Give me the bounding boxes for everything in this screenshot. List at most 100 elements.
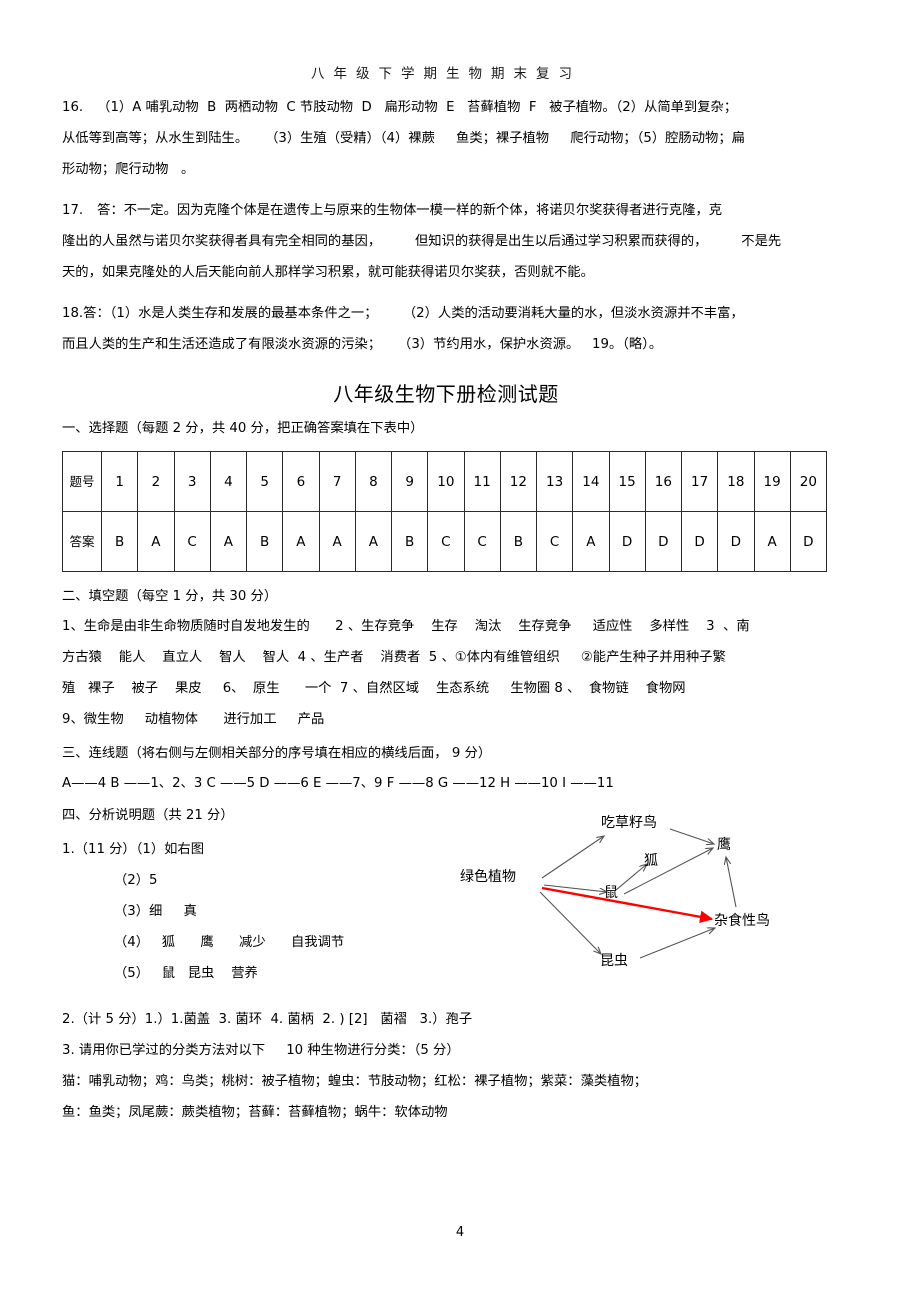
cell-number-3: 3	[173, 451, 211, 512]
section2-line2: 方古猿 能人 直立人 智人 智人 4 、生产者 消费者 5 、①体内有维管组织 …	[62, 650, 726, 665]
row-label-char-2: 答案	[69, 534, 95, 549]
cell-number-5: 5	[245, 451, 284, 512]
cell-number-11: 11	[463, 451, 501, 512]
section3-pairs: A——4 B ——1、2、3 C ——5 D ——6 E ——7、9 F ——8…	[62, 776, 614, 791]
section2-line1: 1、生命是由非生命物质随时自发地发生的 2 、生存竞争 生存 淘汰 生存竞争 适…	[62, 619, 750, 634]
cell-number-7: 7	[318, 451, 356, 512]
cell-answer-5: B	[245, 511, 284, 572]
cell-answer-1: B	[100, 511, 139, 572]
edge-seedbird-to-hawk	[669, 828, 714, 844]
cell-number-8: 8	[354, 451, 393, 512]
cell-number-19: 19	[753, 451, 791, 512]
section2-body: 1、生命是由非生命物质随时自发地发生的 2 、生存竞争 生存 淘汰 生存竞争 适…	[62, 611, 830, 735]
food-web-node-omnivore-bird: 杂食性鸟	[714, 913, 770, 929]
section4-q1-line4: （4） 狐 鹰 减少 自我调节	[114, 935, 345, 950]
answer-block-18: 18.答：（1）水是人类生存和发展的最基本条件之一； （2）人类的活动要消耗大量…	[62, 298, 830, 360]
document-page: 八年级下学期生物期末复习 16. （1）A 哺乳动物 B 两栖动物 C 节肢动物 …	[0, 0, 920, 1303]
cell-answer-6: A	[282, 511, 320, 572]
section4-q1-line1: 1.（11 分）（1）如右图	[62, 842, 205, 857]
answer-17-number: 17.	[62, 203, 84, 218]
cell-answer-11: C	[463, 511, 501, 572]
section4-q1-line3: （3）细 真	[114, 904, 197, 919]
cell-answer-13: C	[535, 511, 574, 572]
section4-q3-line1: 猫：哺乳动物；鸡：鸟类；桃树：被子植物；蝗虫：节肢动物；红松：裸子植物；紫菜：藻…	[62, 1074, 648, 1089]
answer-17-line3: 天的，如果克隆处的人后天能向前人那样学习积累，就可能获得诺贝尔奖获，否则就不能。	[62, 265, 594, 280]
section4-q2-line: 2.（计 5 分）1.）1.菌盖 3. 菌环 4. 菌柄 2. ) [2] 菌褶…	[62, 1012, 473, 1027]
page-number: 4	[455, 1225, 465, 1240]
answer-16-line2: 从低等到高等；从水生到陆生。 （3）生殖（受精）（4）裸蕨 鱼类；裸子植物 爬行…	[62, 131, 745, 146]
cell-answer-15: D	[608, 511, 646, 572]
food-web-node-seed-bird: 吃草籽鸟	[601, 815, 657, 831]
answer-18-line2: 而且人类的生产和生活还造成了有限淡水资源的污染； （3）节约用水，保护水资源。 …	[62, 337, 663, 352]
cell-answer-12: B	[499, 511, 538, 572]
cell-number-1: 1	[100, 451, 139, 512]
edge-plant-to-seedbird	[541, 836, 604, 879]
answer-16-line3: 形动物；爬行动物 。	[62, 162, 195, 177]
page-content: 八年级下学期生物期末复习 16. （1）A 哺乳动物 B 两栖动物 C 节肢动物 …	[62, 0, 830, 1128]
cell-number-20: 20	[789, 451, 828, 512]
cell-number-13: 13	[535, 451, 574, 512]
section1-heading: 一、选择题（每题 2 分，共 40 分，把正确答案填在下表中）	[62, 421, 424, 436]
row-label-question-number: 题号	[62, 451, 102, 512]
cell-number-10: 10	[427, 451, 465, 512]
section3-heading: 三、连线题（将右侧与左侧相关部分的序号填在相应的横线后面， 9 分）	[62, 746, 492, 761]
section3-body: A——4 B ——1、2、3 C ——5 D ——6 E ——7、9 F ——8…	[62, 768, 830, 799]
cell-answer-17: D	[680, 511, 719, 572]
cell-number-18: 18	[717, 451, 755, 512]
food-web-node-fox: 狐	[644, 853, 658, 869]
section4-q3-line2: 鱼：鱼类；凤尾蕨：蕨类植物；苔藓：苔藓植物；蜗牛：软体动物	[62, 1105, 448, 1120]
analysis-text-column: 1.（11 分）（1）如右图 （2）5 （3）细 真 （4） 狐 鹰 减少 自我…	[62, 834, 482, 989]
cell-answer-16: D	[644, 511, 683, 572]
cell-answer-14: A	[572, 511, 610, 572]
section4-q1-line2: （2）5	[114, 873, 158, 888]
answer-16-number: 16.	[62, 100, 84, 115]
section2-line3: 殖 裸子 被子 果皮 6、 原生 一个 7 、自然区域 生态系统 生物圈 8 、…	[62, 681, 686, 696]
food-web-node-mouse: 鼠	[604, 885, 618, 901]
section2-line4: 9、微生物 动植物体 进行加工 产品	[62, 712, 325, 727]
answer-17-line2: 隆出的人虽然与诺贝尔奖获得者具有完全相同的基因， 但知识的获得是出生以后通过学习…	[62, 234, 782, 249]
answer-18-line1: 答：（1）水是人类生存和发展的最基本条件之一； （2）人类的活动要消耗大量的水，…	[83, 306, 744, 321]
food-web-diagram: 绿色植物 吃草籽鸟 鹰 狐 鼠 杂食性鸟 昆虫	[460, 802, 824, 992]
table-row-numbers: 题号 1 2 3 4 5 6 7 8 9 10 11 12 13 14 15 1…	[62, 451, 828, 512]
cell-answer-9: B	[390, 511, 429, 572]
cell-answer-2: A	[137, 511, 175, 572]
cell-number-15: 15	[608, 451, 646, 512]
cell-answer-19: A	[753, 511, 791, 572]
row-label-char-1: 题号	[69, 474, 95, 489]
cell-number-9: 9	[390, 451, 429, 512]
cell-number-16: 16	[644, 451, 683, 512]
row-label-answer: 答案	[62, 511, 102, 572]
section4-q3-heading: 3. 请用你已学过的分类方法对以下 10 种生物进行分类：（5 分）	[62, 1043, 460, 1058]
answer-18-number: 18.	[62, 306, 84, 321]
section4-q2: 2.（计 5 分）1.）1.菌盖 3. 菌环 4. 菌柄 2. ) [2] 菌褶…	[62, 1004, 830, 1035]
exam-title: 八年级生物下册检测试题	[333, 382, 559, 406]
edge-omnivore-to-hawk	[726, 857, 737, 908]
answer-16-line1: （1）A 哺乳动物 B 两栖动物 C 节肢动物 D 扁形动物 E 苔藓植物 F …	[97, 100, 738, 115]
edge-mouse-to-hawk	[623, 848, 713, 895]
analysis-area: 1.（11 分）（1）如右图 （2）5 （3）细 真 （4） 狐 鹰 减少 自我…	[62, 815, 830, 1002]
answer-block-17: 17. 答：不一定。因为克隆个体是在遗传上与原来的生物体一模一样的新个体，将诺贝尔…	[62, 195, 830, 288]
cell-answer-8: A	[354, 511, 393, 572]
food-web-node-hawk: 鹰	[717, 837, 731, 853]
answer-table: 题号 1 2 3 4 5 6 7 8 9 10 11 12 13 14 15 1…	[62, 451, 828, 572]
cell-answer-4: A	[209, 511, 248, 572]
table-row-answers: 答案 B A C A B A A A B C C B C A D D D D A…	[62, 511, 828, 572]
food-web-node-producer: 绿色植物	[460, 869, 516, 885]
cell-number-14: 14	[572, 451, 610, 512]
cell-number-17: 17	[680, 451, 719, 512]
edge-mouse-to-fox	[615, 864, 647, 891]
answer-block-16: 16. （1）A 哺乳动物 B 两栖动物 C 节肢动物 D 扁形动物 E 苔藓植物…	[62, 92, 830, 185]
cell-number-6: 6	[282, 451, 320, 512]
edge-insect-to-omnivore	[639, 928, 715, 959]
section2-heading: 二、填空题（每空 1 分，共 30 分）	[62, 589, 278, 604]
answer-17-line1: 答：不一定。因为克隆个体是在遗传上与原来的生物体一模一样的新个体，将诺贝尔奖获得…	[97, 203, 723, 218]
section4-q3: 3. 请用你已学过的分类方法对以下 10 种生物进行分类：（5 分） 猫：哺乳动…	[62, 1035, 830, 1128]
food-web-node-insect: 昆虫	[600, 953, 628, 969]
cell-answer-7: A	[318, 511, 356, 572]
cell-number-12: 12	[499, 451, 538, 512]
edge-plant-to-insect	[539, 891, 601, 954]
section4-q1-line5: （5） 鼠 昆虫 营养	[114, 966, 258, 981]
cell-number-4: 4	[209, 451, 248, 512]
cell-number-2: 2	[137, 451, 175, 512]
cell-answer-20: D	[789, 511, 828, 572]
